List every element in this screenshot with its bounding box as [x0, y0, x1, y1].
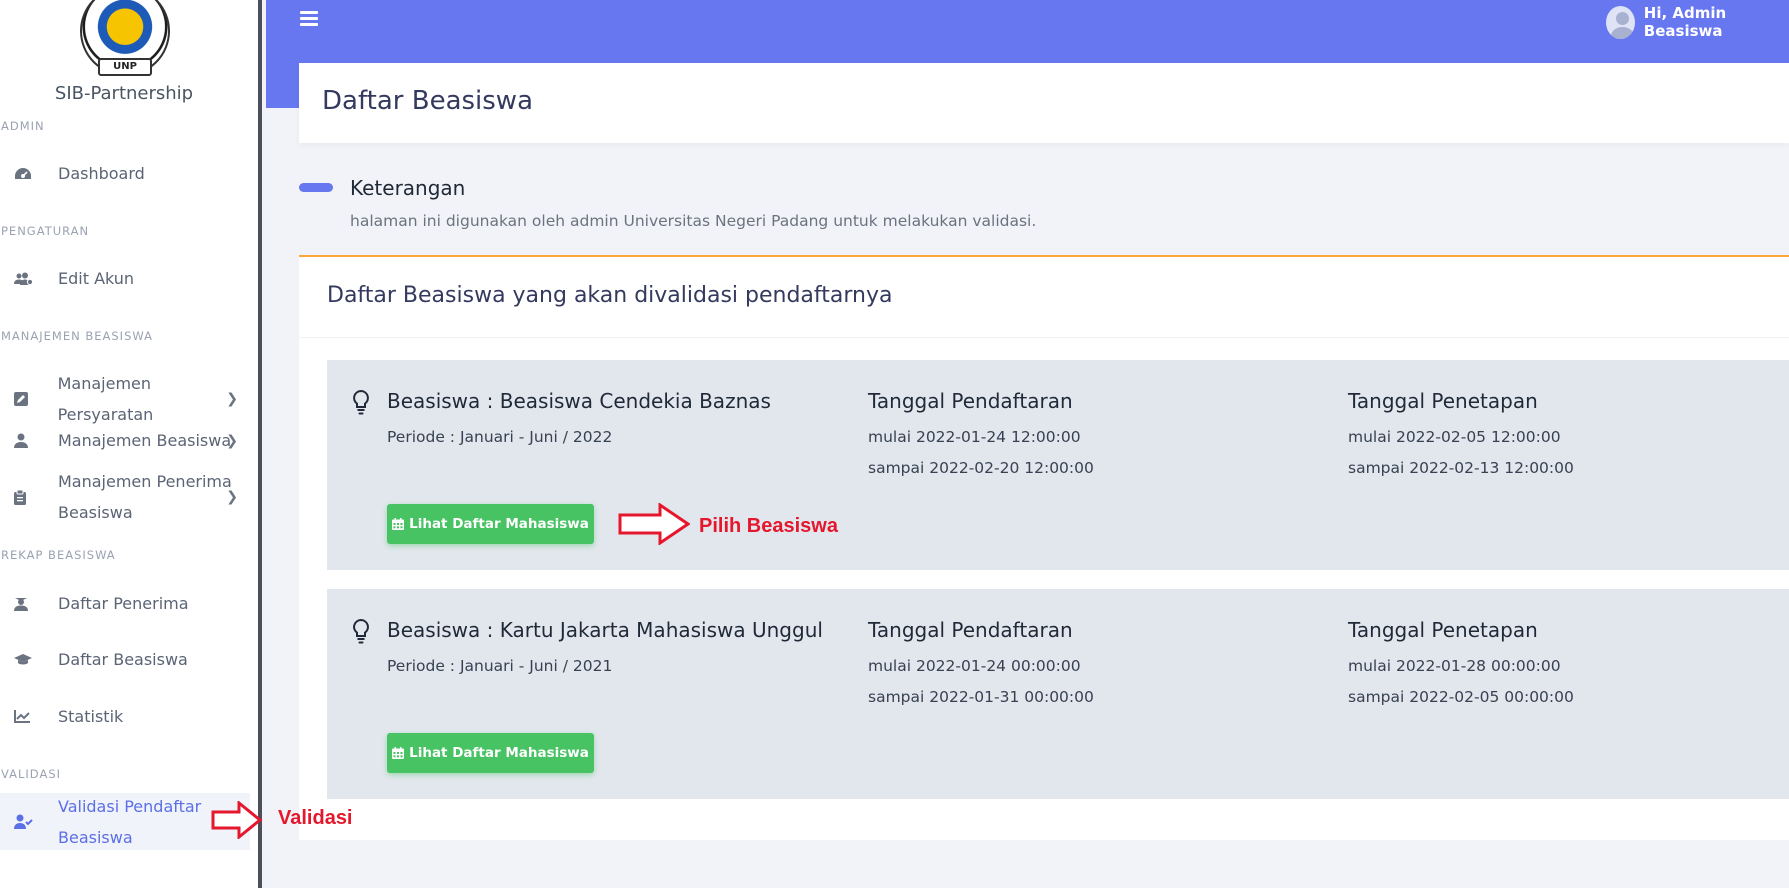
- section-pengaturan: PENGATURAN: [1, 224, 90, 238]
- penetapan-mulai: mulai 2022-01-28 00:00:00: [1348, 657, 1561, 675]
- chevron-right-icon: ❯: [226, 489, 238, 505]
- page-header: Daftar Beasiswa: [299, 63, 1789, 143]
- button-label: Lihat Daftar Mahasiswa: [409, 516, 589, 532]
- keterangan-description: halaman ini digunakan oleh admin Univers…: [350, 212, 1037, 230]
- edit-square-icon: [0, 392, 58, 406]
- sidebar-item-label: Manajemen Penerima Beasiswa: [58, 466, 232, 528]
- line-chart-icon: [0, 710, 58, 723]
- sidebar-item-statistik[interactable]: Statistik: [0, 701, 250, 732]
- annotation-validasi: Validasi: [278, 807, 353, 829]
- penetapan-label: Tanggal Penetapan: [1348, 389, 1538, 413]
- sidebar-item-dashboard[interactable]: Dashboard: [0, 158, 250, 189]
- scholarship-periode: Periode : Januari - Juni / 2022: [387, 428, 613, 446]
- sidebar-item-label: Manajemen Persyaratan: [57, 374, 154, 424]
- penetapan-sampai: sampai 2022-02-05 00:00:00: [1348, 688, 1574, 706]
- validasi-arrow-icon: [211, 801, 263, 839]
- user-greeting: Hi, Admin Beasiswa: [1643, 4, 1727, 40]
- penetapan-mulai: mulai 2022-02-05 12:00:00: [1348, 428, 1561, 446]
- sidebar-item-label: Manajemen Beasiswa: [58, 431, 232, 450]
- scholarship-title: Beasiswa : Beasiswa Cendekia Baznas: [387, 389, 771, 413]
- pendaftaran-mulai: mulai 2022-01-24 00:00:00: [868, 657, 1081, 675]
- calendar-icon: [392, 747, 405, 759]
- logo-ribbon: UNP: [98, 58, 152, 76]
- pilih-arrow-icon: [618, 503, 690, 545]
- lihat-daftar-mahasiswa-button[interactable]: Lihat Daftar Mahasiswa: [387, 504, 594, 544]
- sidebar-item-daftar-beasiswa[interactable]: Daftar Beasiswa: [0, 644, 250, 675]
- sidebar-item-label: Dashboard: [58, 164, 145, 183]
- scholarship-periode: Periode : Januari - Juni / 2021: [387, 657, 613, 675]
- sidebar-item-edit-akun[interactable]: Edit Akun: [0, 263, 250, 294]
- section-validasi: VALIDASI: [1, 767, 62, 781]
- sidebar-item-daftar-penerima[interactable]: Daftar Penerima: [0, 588, 250, 619]
- sidebar-item-label: Daftar Beasiswa: [58, 650, 188, 669]
- pendaftaran-sampai: sampai 2022-02-20 12:00:00: [868, 459, 1094, 477]
- sidebar-item-manajemen-persyaratan[interactable]: Manajemen Persyaratan ❯: [0, 368, 250, 430]
- sidebar-item-manajemen-beasiswa[interactable]: Manajemen Beasiswa ❯: [0, 425, 250, 456]
- sidebar-item-label: Daftar Penerima: [58, 594, 189, 613]
- lihat-daftar-mahasiswa-button[interactable]: Lihat Daftar Mahasiswa: [387, 733, 594, 773]
- sidebar-item-label: Edit Akun: [58, 269, 135, 288]
- keterangan-title: Keterangan: [350, 176, 466, 200]
- label-line-1: Validasi Pendaftar: [58, 796, 202, 816]
- sidebar-item-label: Validasi Pendaftar Beasiswa: [58, 791, 201, 853]
- card-heading: Daftar Beasiswa yang akan divalidasi pen…: [327, 283, 893, 308]
- sidebar: UNP SIB-Partnership ADMIN Dashboard PENG…: [0, 0, 262, 888]
- penetapan-sampai: sampai 2022-02-13 12:00:00: [1348, 459, 1574, 477]
- keterangan-bar: [299, 183, 333, 192]
- user-icon: [0, 433, 58, 448]
- graduation-cap-icon: [0, 653, 58, 666]
- user-check-icon: [0, 814, 58, 829]
- section-manajemen: MANAJEMEN BEASISWA: [1, 329, 153, 343]
- chevron-right-icon: ❯: [226, 432, 238, 449]
- lightbulb-icon: [351, 389, 371, 415]
- chevron-right-icon: ❯: [226, 391, 238, 407]
- scholarship-title: Beasiswa : Kartu Jakarta Mahasiswa Unggu…: [387, 618, 823, 642]
- brand-name: SIB-Partnership: [54, 83, 194, 104]
- dashboard-icon: [0, 167, 58, 181]
- pendaftaran-mulai: mulai 2022-01-24 12:00:00: [868, 428, 1081, 446]
- calendar-icon: [392, 518, 405, 530]
- clipboard-icon: [0, 489, 58, 505]
- brand: UNP SIB-Partnership: [0, 0, 258, 108]
- scholarship-card: Daftar Beasiswa yang akan divalidasi pen…: [299, 255, 1789, 840]
- penetapan-label: Tanggal Penetapan: [1348, 618, 1538, 642]
- user-menu[interactable]: Hi, Admin Beasiswa: [1606, 4, 1789, 40]
- label-line-2: Beasiswa: [58, 503, 133, 522]
- section-admin: ADMIN: [1, 119, 45, 133]
- sidebar-item-label: Statistik: [58, 707, 124, 726]
- button-label: Lihat Daftar Mahasiswa: [409, 745, 589, 761]
- label-line-2: Beasiswa: [58, 827, 133, 847]
- card-divider: [299, 337, 1789, 338]
- section-rekap: REKAP BEASISWA: [1, 548, 116, 562]
- hamburger-menu-icon[interactable]: [300, 11, 318, 26]
- users-cog-icon: [0, 272, 58, 286]
- avatar: [1606, 5, 1635, 39]
- pendaftaran-label: Tanggal Pendaftaran: [868, 618, 1073, 642]
- annotation-pilih-beasiswa: Pilih Beasiswa: [699, 515, 838, 537]
- scholarship-item: Beasiswa : Beasiswa Cendekia Baznas Peri…: [327, 360, 1789, 570]
- page-title: Daftar Beasiswa: [322, 86, 534, 116]
- pendaftaran-label: Tanggal Pendaftaran: [868, 389, 1073, 413]
- sidebar-item-manajemen-penerima[interactable]: Manajemen Penerima Beasiswa ❯: [0, 466, 250, 528]
- scholarship-item: Beasiswa : Kartu Jakarta Mahasiswa Unggu…: [327, 589, 1789, 799]
- lightbulb-icon: [351, 618, 371, 644]
- graduate-icon: [0, 596, 58, 611]
- pendaftaran-sampai: sampai 2022-01-31 00:00:00: [868, 688, 1094, 706]
- label-line-1: Manajemen Penerima: [58, 472, 232, 491]
